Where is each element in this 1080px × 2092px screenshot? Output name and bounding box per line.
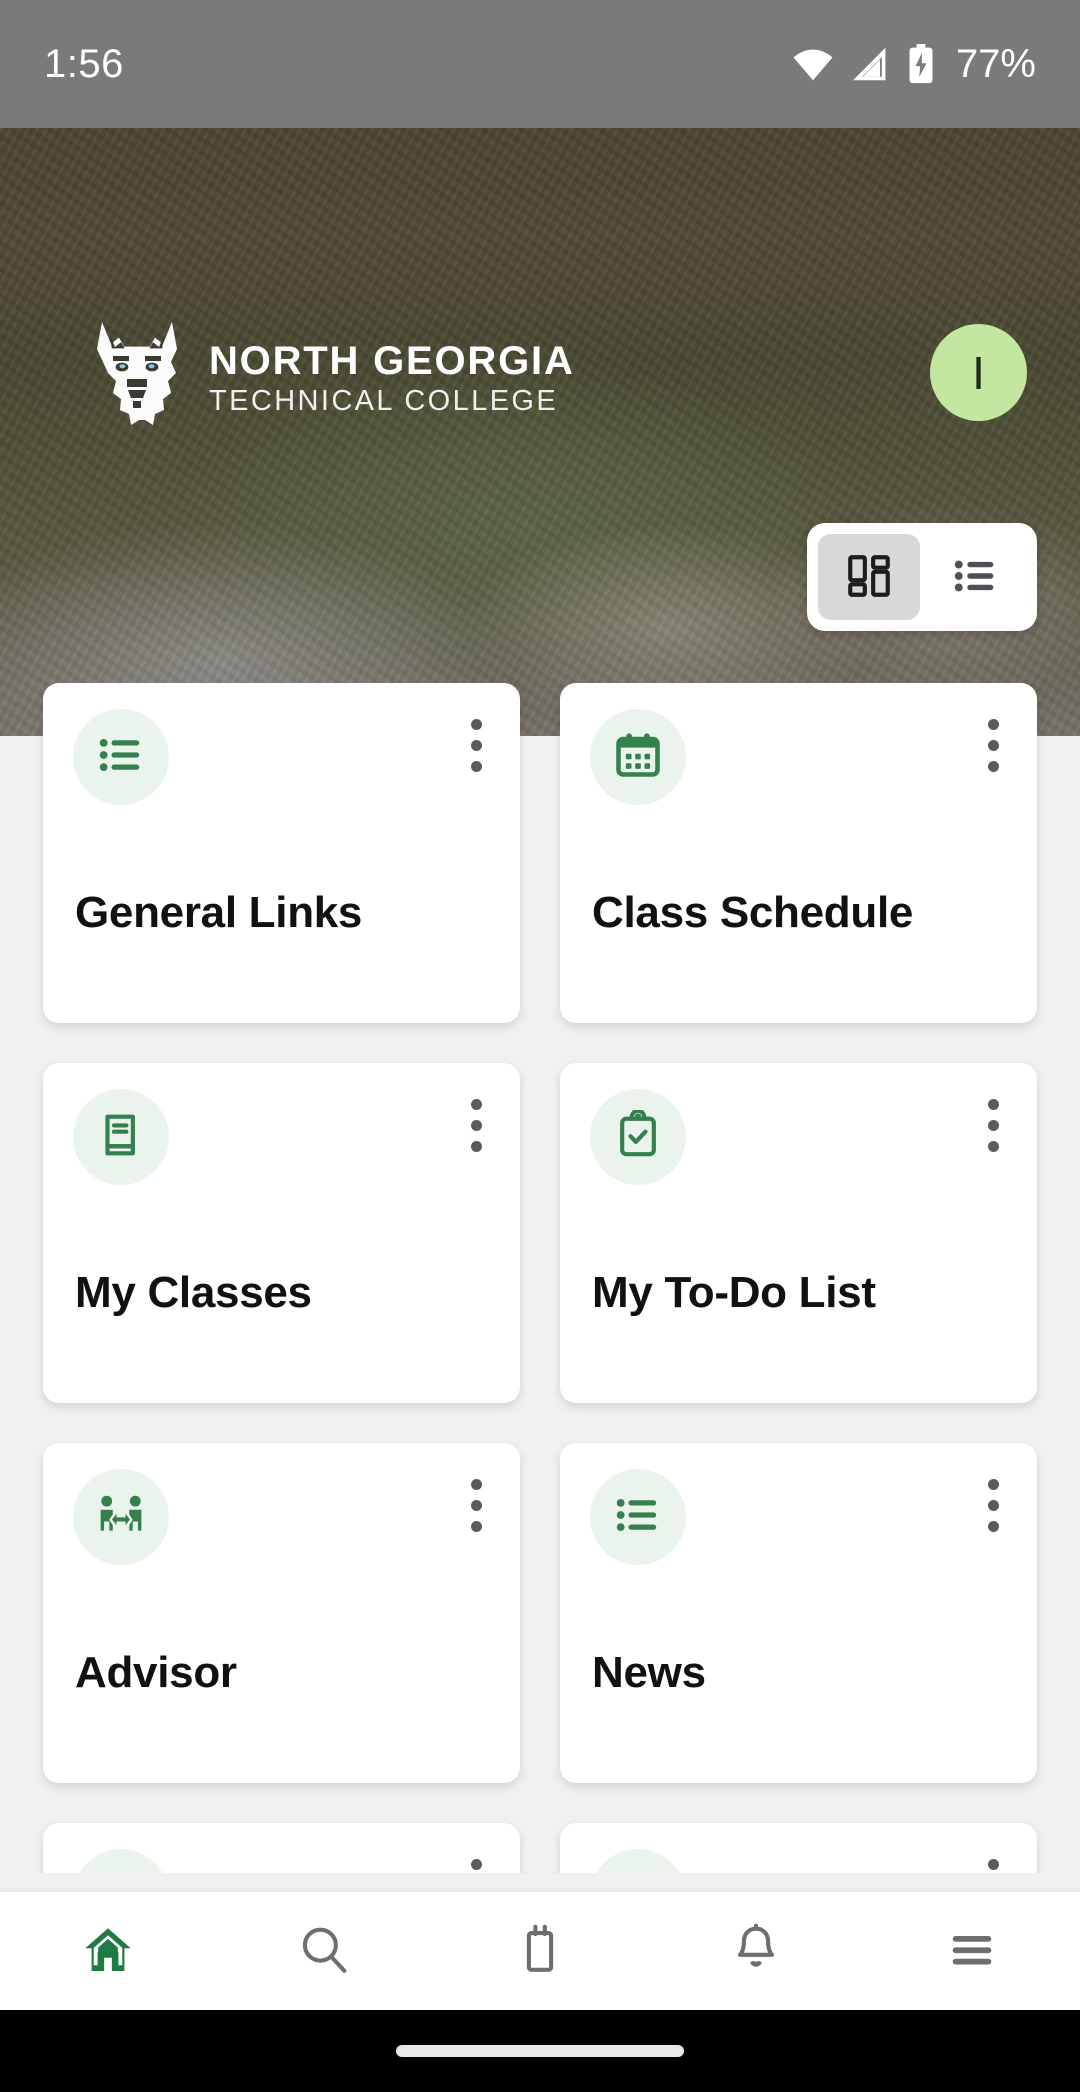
card-news[interactable]: News <box>560 1443 1037 1783</box>
nav-item-search[interactable] <box>216 1892 432 2010</box>
avatar[interactable]: I <box>930 324 1027 421</box>
list-view-button[interactable] <box>924 534 1026 620</box>
hamburger-menu-icon <box>943 1921 1001 1982</box>
card-partial-left[interactable] <box>43 1823 520 1873</box>
bottom-navigation-bar <box>0 1892 1080 2010</box>
grid-view-icon <box>844 551 894 604</box>
card-partial-right[interactable] <box>560 1823 1037 1873</box>
card-icon-container <box>73 1089 169 1185</box>
battery-percentage-label: 77% <box>955 41 1036 86</box>
card-advisor[interactable]: Advisor <box>43 1443 520 1783</box>
status-bar-clock: 1:56 <box>44 41 124 86</box>
logo-line-2: TECHNICAL COLLEGE <box>209 385 559 418</box>
nav-item-notifications[interactable] <box>648 1892 864 2010</box>
card-title: My Classes <box>75 1268 312 1317</box>
partial-card-icon <box>612 1869 664 1874</box>
card-title: Advisor <box>75 1648 237 1697</box>
card-title: Class Schedule <box>592 888 914 937</box>
logo-wordmark: NORTH GEORGIA TECHNICAL COLLEGE <box>209 339 575 419</box>
hero-banner: NORTH GEORGIA TECHNICAL COLLEGE I <box>0 128 1080 736</box>
partial-card-icon <box>95 1869 147 1874</box>
card-class-schedule[interactable]: Class Schedule <box>560 683 1037 1023</box>
avatar-initial: I <box>972 346 985 399</box>
card-general-links[interactable]: General Links <box>43 683 520 1023</box>
cellular-signal-icon <box>850 46 892 82</box>
app-screen: 1:56 77% NORTH GEORGIA TECHNICAL COLLEGE… <box>0 0 1080 2092</box>
logo-line-1: NORTH GEORGIA <box>209 339 575 384</box>
battery-charging-icon <box>906 44 936 84</box>
two-people-exchange-icon <box>95 1489 147 1546</box>
more-options-icon[interactable] <box>988 719 999 772</box>
card-icon-container <box>590 1849 686 1873</box>
card-my-todo-list[interactable]: My To-Do List <box>560 1063 1037 1403</box>
more-options-icon[interactable] <box>471 1859 482 1873</box>
nav-item-menu[interactable] <box>864 1892 1080 2010</box>
calendar-icon <box>511 1921 569 1982</box>
book-icon <box>96 1110 146 1165</box>
card-icon-container <box>590 709 686 805</box>
more-options-icon[interactable] <box>988 1479 999 1532</box>
card-icon-container <box>590 1469 686 1565</box>
gesture-pill-handle[interactable] <box>396 2045 684 2057</box>
more-options-icon[interactable] <box>471 719 482 772</box>
wifi-icon <box>790 46 836 82</box>
dashboard-card-grid: General Links Class Schedule My Classes … <box>0 683 1080 1873</box>
more-options-icon[interactable] <box>988 1859 999 1873</box>
bulleted-list-icon <box>612 1489 664 1546</box>
college-logo: NORTH GEORGIA TECHNICAL COLLEGE <box>85 313 575 446</box>
card-title: News <box>592 1648 706 1697</box>
more-options-icon[interactable] <box>471 1099 482 1152</box>
wolf-head-logo-icon <box>85 313 189 446</box>
search-icon <box>295 1921 353 1982</box>
nav-item-home[interactable] <box>0 1892 216 2010</box>
card-title: My To-Do List <box>592 1268 876 1317</box>
nav-item-calendar[interactable] <box>432 1892 648 2010</box>
status-bar-icons: 77% <box>790 42 1036 87</box>
calendar-icon <box>612 729 664 786</box>
card-my-classes[interactable]: My Classes <box>43 1063 520 1403</box>
card-title: General Links <box>75 888 363 937</box>
card-icon-container <box>590 1089 686 1185</box>
card-icon-container <box>73 1849 169 1873</box>
card-icon-container <box>73 709 169 805</box>
home-icon <box>79 1921 137 1982</box>
status-bar: 1:56 77% <box>0 0 1080 128</box>
system-gesture-bar <box>0 2010 1080 2092</box>
more-options-icon[interactable] <box>988 1099 999 1152</box>
more-options-icon[interactable] <box>471 1479 482 1532</box>
card-icon-container <box>73 1469 169 1565</box>
list-view-icon <box>950 551 1000 604</box>
bell-icon <box>727 1921 785 1982</box>
bulleted-list-icon <box>95 729 147 786</box>
clipboard-check-icon <box>613 1108 663 1165</box>
grid-view-button[interactable] <box>818 534 920 620</box>
view-mode-toggle[interactable] <box>807 523 1037 631</box>
